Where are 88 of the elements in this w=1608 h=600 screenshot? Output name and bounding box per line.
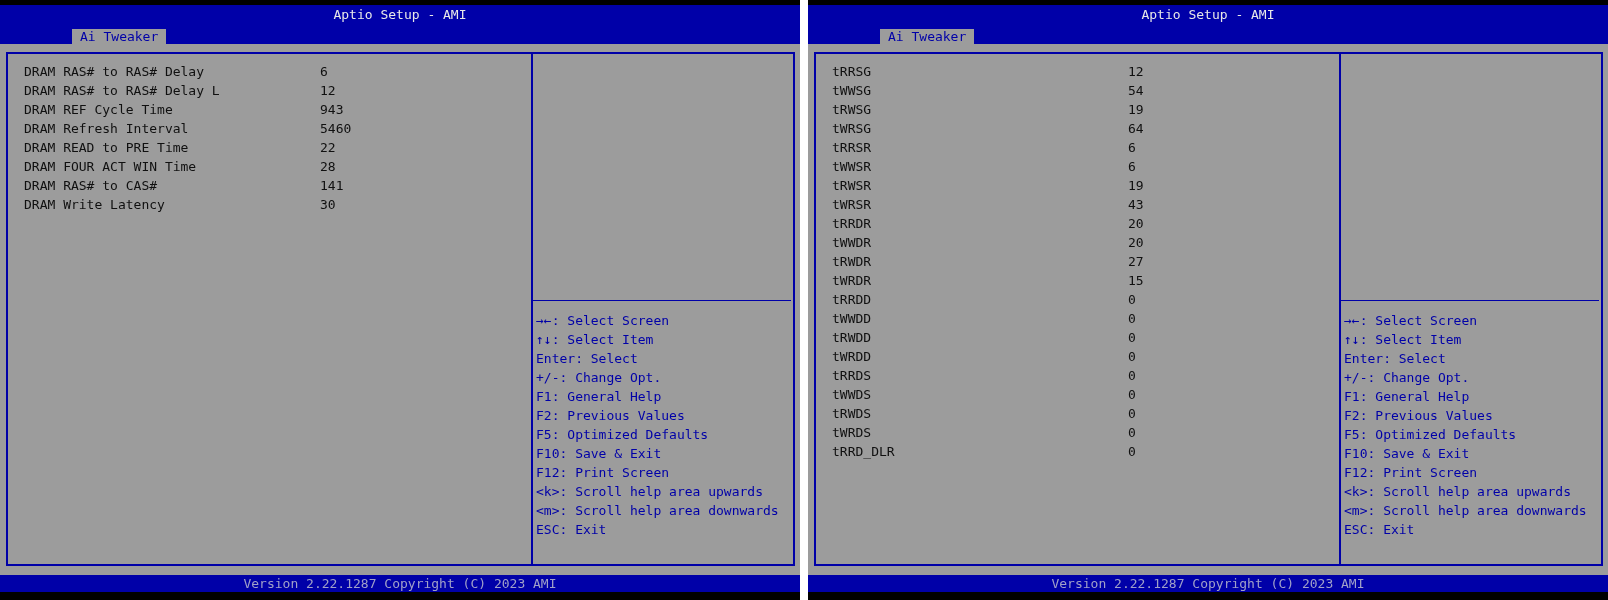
setting-value: 0 [1128,329,1136,347]
setting-value: 43 [1128,196,1144,214]
setting-value: 943 [320,101,344,119]
setting-label: DRAM FOUR ACT WIN Time [24,158,198,176]
setting-label: tWRDD [832,348,873,366]
setting-value: 141 [320,177,344,195]
key-help-text: F2: Previous Values [1344,407,1494,425]
setting-value: 6 [320,63,328,81]
setting-value: 19 [1128,101,1144,119]
key-help-text: F12: Print Screen [1344,464,1479,482]
setting-value: 54 [1128,82,1144,100]
key-help-text: F10: Save & Exit [1344,445,1471,463]
setting-label: tWWSG [832,82,873,100]
key-help-text: <k>: Scroll help area upwards [1344,483,1572,501]
setting-label: tWRDS [832,424,873,442]
setting-label: DRAM REF Cycle Time [24,101,174,119]
key-help-text: F12: Print Screen [536,464,671,482]
setting-label: tRRDS [832,367,873,385]
key-help-text: F5: Optimized Defaults [1344,426,1518,444]
setting-value: 5460 [320,120,352,138]
window-title: Aptio Setup - AMI [333,6,467,24]
setting-value: 12 [1128,63,1144,81]
setting-label: DRAM Refresh Interval [24,120,190,138]
setting-label: tRWDS [832,405,873,423]
setting-value: 12 [320,82,336,100]
window-title: Aptio Setup - AMI [1141,6,1275,24]
key-help-text: ↑↓: Select Item [536,331,655,349]
setting-label: tWWDD [832,310,873,328]
key-help-text: ESC: Exit [536,521,608,539]
menu-tab[interactable]: Ai Tweaker [880,29,975,44]
version-text: Version 2.22.1287 Copyright (C) 2023 AMI [1051,576,1365,591]
setting-label: tWWDS [832,386,873,404]
setting-value: 0 [1128,291,1136,309]
setting-label: DRAM RAS# to RAS# Delay L [24,82,221,100]
setting-value: 30 [320,196,336,214]
key-help-text: →←: Select Screen [1344,312,1479,330]
setting-label: tWRSR [832,196,873,214]
setting-value: 6 [1128,158,1136,176]
key-help-text: F5: Optimized Defaults [536,426,710,444]
setting-label: tRWSR [832,177,873,195]
setting-value: 0 [1128,424,1136,442]
setting-label: DRAM RAS# to RAS# Delay [24,63,205,81]
setting-label: DRAM Write Latency [24,196,166,214]
key-help-text: ESC: Exit [1344,521,1416,539]
setting-value: 19 [1128,177,1144,195]
setting-value: 20 [1128,234,1144,252]
setting-label: tRRSG [832,63,873,81]
setting-label: tWWSR [832,158,873,176]
key-help-text: Enter: Select [1344,350,1447,368]
key-help-text: <k>: Scroll help area upwards [536,483,764,501]
setting-value: 27 [1128,253,1144,271]
setting-label: DRAM RAS# to CAS# [24,177,159,195]
key-help-text: →←: Select Screen [536,312,671,330]
setting-value: 6 [1128,139,1136,157]
version-text: Version 2.22.1287 Copyright (C) 2023 AMI [243,576,557,591]
setting-label: tRWSG [832,101,873,119]
key-help-text: <m>: Scroll help area downwards [1344,502,1588,520]
key-help-text: F2: Previous Values [536,407,686,425]
key-help-text: <m>: Scroll help area downwards [536,502,780,520]
setting-value: 15 [1128,272,1144,290]
menu-tab[interactable]: Ai Tweaker [72,29,167,44]
setting-label: tRRDD [832,291,873,309]
setting-label: tRWDR [832,253,873,271]
setting-value: 0 [1128,386,1136,404]
key-help-text: Enter: Select [536,350,639,368]
setting-label: tWWDR [832,234,873,252]
key-help-text: ↑↓: Select Item [1344,331,1463,349]
setting-value: 20 [1128,215,1144,233]
setting-value: 22 [320,139,336,157]
setting-value: 28 [320,158,336,176]
key-help-text: F10: Save & Exit [536,445,663,463]
setting-label: tWRSG [832,120,873,138]
setting-label: tRWDD [832,329,873,347]
key-help-text: +/-: Change Opt. [1344,369,1471,387]
key-help-text: F1: General Help [1344,388,1471,406]
setting-label: tWRDR [832,272,873,290]
setting-label: tRRD_DLR [832,443,896,461]
setting-label: tRRSR [832,139,873,157]
setting-label: tRRDR [832,215,873,233]
setting-label: DRAM READ to PRE Time [24,139,190,157]
setting-value: 0 [1128,367,1136,385]
setting-value: 0 [1128,443,1136,461]
setting-value: 0 [1128,348,1136,366]
key-help-text: +/-: Change Opt. [536,369,663,387]
setting-value: 0 [1128,310,1136,328]
setting-value: 0 [1128,405,1136,423]
setting-value: 64 [1128,120,1144,138]
key-help-text: F1: General Help [536,388,663,406]
